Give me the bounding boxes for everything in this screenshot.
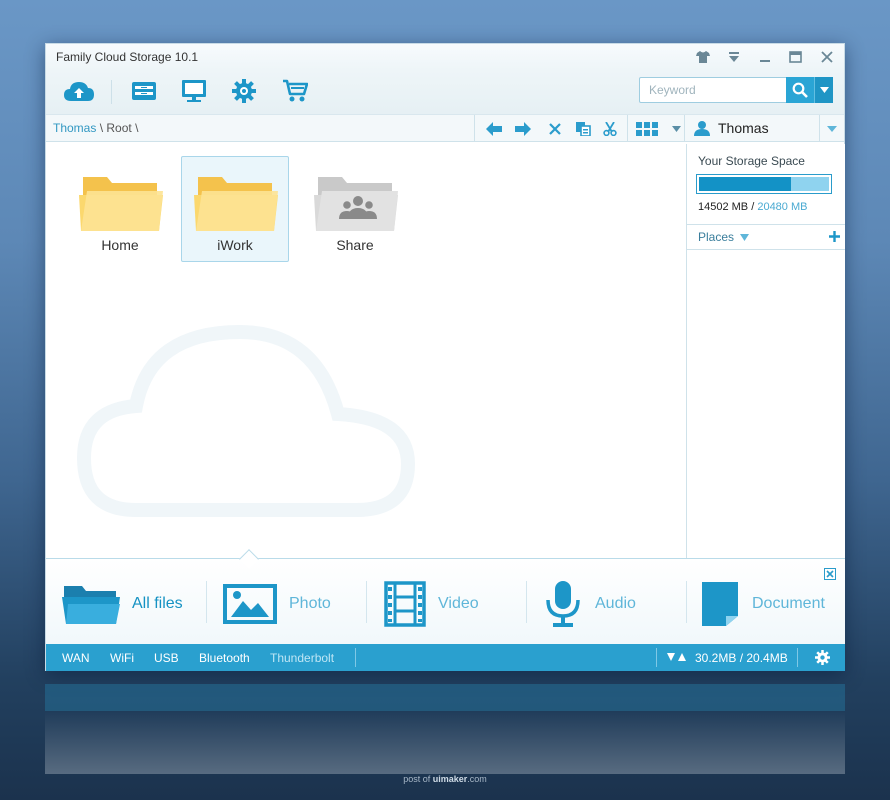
search-button[interactable] bbox=[786, 77, 814, 103]
settings-gear-icon[interactable] bbox=[227, 76, 261, 106]
shopping-cart-icon[interactable] bbox=[278, 76, 312, 106]
status-divider bbox=[656, 648, 657, 667]
search-icon bbox=[792, 82, 808, 98]
nav-divider bbox=[474, 115, 475, 142]
back-arrow-icon[interactable] bbox=[484, 120, 504, 138]
breadcrumb-user[interactable]: Thomas bbox=[53, 121, 96, 135]
category-label: Photo bbox=[289, 595, 331, 612]
title-bar: Family Cloud Storage 10.1 bbox=[46, 44, 844, 70]
category-label: Document bbox=[752, 595, 825, 612]
storage-total: 20480 MB bbox=[757, 201, 808, 213]
search-input[interactable] bbox=[640, 78, 786, 102]
grid-view-icon[interactable] bbox=[635, 120, 659, 138]
nav-divider bbox=[684, 115, 685, 142]
category-video[interactable]: Video bbox=[384, 579, 479, 629]
folder-icon bbox=[62, 586, 120, 624]
chevron-down-icon bbox=[819, 87, 829, 93]
breadcrumb-separator: \ bbox=[96, 121, 107, 135]
folder-item-selected[interactable]: iWork bbox=[181, 156, 289, 262]
copy-icon[interactable] bbox=[573, 120, 593, 138]
category-divider bbox=[206, 581, 207, 623]
folder-label: iWork bbox=[217, 237, 253, 253]
breadcrumb: Thomas \ Root \ bbox=[53, 121, 138, 135]
category-bar: All files Photo Video Audio Document bbox=[46, 549, 845, 644]
app-window: Family Cloud Storage 10.1 Keyword Thomas… bbox=[45, 43, 845, 671]
storage-usage: 14502 MB / 20480 MB bbox=[698, 201, 808, 213]
transfer-rate: 30.2MB / 20.4MB bbox=[695, 651, 788, 665]
skin-shirt-icon[interactable] bbox=[692, 47, 714, 67]
delete-x-icon[interactable] bbox=[545, 120, 565, 138]
search-box bbox=[639, 77, 833, 103]
folder-item[interactable]: Share bbox=[301, 156, 409, 262]
status-divider bbox=[355, 648, 356, 667]
folder-label: Home bbox=[101, 237, 139, 253]
view-options-dropdown-icon[interactable] bbox=[666, 120, 686, 138]
category-audio[interactable]: Audio bbox=[543, 579, 636, 629]
shared-folder-icon bbox=[314, 177, 398, 231]
cut-scissors-icon[interactable] bbox=[600, 120, 620, 138]
category-all-files[interactable]: All files bbox=[62, 579, 183, 629]
connection-wan[interactable]: WAN bbox=[62, 651, 90, 665]
add-place-plus-icon[interactable] bbox=[829, 231, 840, 242]
storage-title: Your Storage Space bbox=[698, 154, 805, 168]
folder-icon bbox=[79, 177, 163, 231]
navigation-bar: Thomas \ Root \ Thomas bbox=[46, 114, 844, 142]
category-label: All files bbox=[132, 595, 183, 612]
transfer-arrows-icon bbox=[667, 653, 686, 661]
microphone-icon bbox=[546, 581, 580, 627]
window-reflection bbox=[45, 684, 845, 774]
places-dropdown-icon[interactable] bbox=[740, 234, 749, 241]
file-browser-area: Home iWork Share bbox=[46, 144, 686, 558]
status-divider bbox=[797, 648, 798, 667]
breadcrumb-separator: \ bbox=[131, 121, 139, 135]
account-username[interactable]: Thomas bbox=[718, 120, 769, 136]
close-icon[interactable] bbox=[816, 47, 838, 67]
maximize-icon[interactable] bbox=[784, 47, 806, 67]
close-category-bar-icon[interactable] bbox=[824, 568, 836, 580]
menu-dropdown-icon[interactable] bbox=[723, 47, 745, 67]
nav-divider bbox=[627, 115, 628, 142]
minimize-icon[interactable] bbox=[754, 47, 776, 67]
credit-text: post of uimaker.com bbox=[403, 774, 487, 784]
storage-used: 14502 MB bbox=[698, 201, 749, 213]
photo-icon bbox=[223, 584, 277, 624]
breadcrumb-root[interactable]: Root bbox=[106, 121, 131, 135]
category-divider bbox=[366, 581, 367, 623]
account-dropdown-icon[interactable] bbox=[822, 120, 842, 138]
folder-item[interactable]: Home bbox=[66, 156, 174, 262]
forward-arrow-icon[interactable] bbox=[513, 120, 533, 138]
cloud-upload-icon[interactable] bbox=[62, 76, 96, 106]
drive-storage-icon[interactable] bbox=[127, 76, 161, 106]
toolbar-divider bbox=[111, 80, 112, 104]
connection-thunderbolt[interactable]: Thunderbolt bbox=[270, 651, 334, 665]
main-toolbar bbox=[46, 70, 844, 114]
connection-wifi[interactable]: WiFi bbox=[110, 651, 134, 665]
places-label: Places bbox=[698, 230, 735, 244]
search-options-dropdown[interactable] bbox=[814, 77, 833, 103]
folder-label: Share bbox=[336, 237, 374, 253]
connection-usb[interactable]: USB bbox=[154, 651, 179, 665]
category-label: Video bbox=[438, 595, 479, 612]
status-bar: WAN WiFi USB Bluetooth Thunderbolt 30.2M… bbox=[46, 644, 845, 671]
status-settings-gear-icon[interactable] bbox=[815, 650, 830, 665]
nav-divider bbox=[819, 115, 820, 142]
places-header[interactable]: Places bbox=[687, 224, 845, 250]
film-strip-icon bbox=[384, 581, 426, 627]
window-title: Family Cloud Storage 10.1 bbox=[56, 50, 199, 64]
connection-bluetooth[interactable]: Bluetooth bbox=[199, 651, 250, 665]
storage-progress-bar bbox=[696, 174, 832, 194]
folder-icon bbox=[194, 177, 278, 231]
category-photo[interactable]: Photo bbox=[223, 579, 331, 629]
category-document[interactable]: Document bbox=[700, 579, 825, 629]
category-label: Audio bbox=[595, 595, 636, 612]
category-divider bbox=[526, 581, 527, 623]
document-icon bbox=[702, 582, 738, 626]
category-divider bbox=[686, 581, 687, 623]
cloud-watermark-icon bbox=[76, 324, 416, 517]
side-panel: Your Storage Space 14502 MB / 20480 MB P… bbox=[686, 144, 845, 558]
user-icon bbox=[694, 120, 710, 136]
storage-used-fill bbox=[699, 177, 792, 191]
monitor-icon[interactable] bbox=[177, 76, 211, 106]
